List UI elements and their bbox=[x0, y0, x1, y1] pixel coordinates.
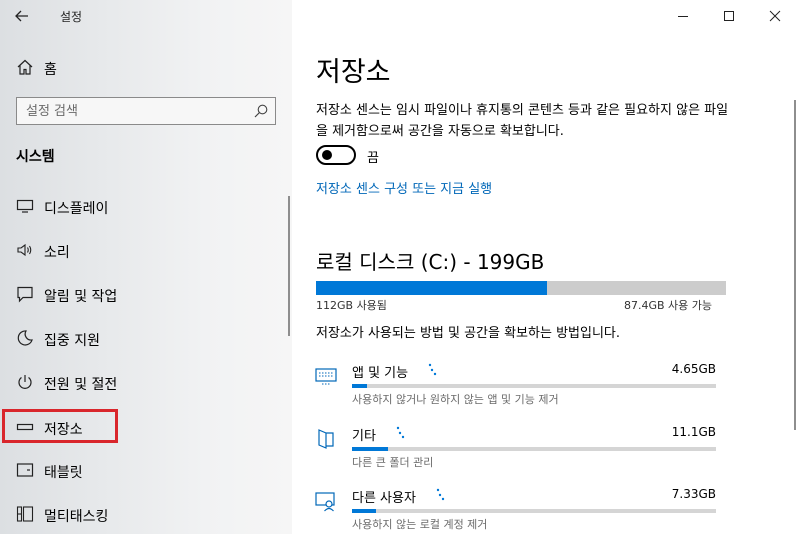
home-label: 홈 bbox=[44, 62, 57, 78]
sidebar-item-tablet[interactable]: 태블릿 bbox=[0, 452, 292, 488]
storage-sense-toggle[interactable] bbox=[316, 145, 356, 165]
multitask-icon bbox=[16, 505, 34, 523]
monitor-icon bbox=[16, 197, 34, 215]
category-size: 4.65GB bbox=[671, 362, 716, 376]
configure-storage-sense-link[interactable]: 저장소 센스 구성 또는 지금 실행 bbox=[316, 178, 492, 197]
disk-used-label: 112GB 사용됨 bbox=[316, 299, 387, 312]
category-usage-fill bbox=[352, 384, 367, 388]
disk-title: 로컬 디스크 (C:) - 199GB bbox=[316, 250, 545, 274]
category-name: 앱 및 기능 bbox=[352, 366, 409, 381]
sidebar-item-storage[interactable]: 저장소 bbox=[0, 409, 292, 445]
loading-spinner-icon bbox=[394, 425, 406, 441]
loading-spinner-icon bbox=[434, 487, 446, 503]
settings-search[interactable] bbox=[16, 97, 276, 125]
category-description: 다른 큰 폴더 관리 bbox=[352, 456, 434, 469]
toggle-knob bbox=[322, 150, 332, 160]
app-title: 설정 bbox=[60, 10, 83, 24]
disk-usage-fill bbox=[316, 281, 547, 295]
sidebar-item-label: 집중 지원 bbox=[44, 333, 100, 349]
tablet-icon bbox=[16, 461, 34, 479]
page-title: 저장소 bbox=[316, 57, 391, 88]
sidebar-item-sound[interactable]: 소리 bbox=[0, 232, 292, 268]
sidebar-item-label: 태블릿 bbox=[44, 465, 83, 481]
sidebar-item-label: 디스플레이 bbox=[44, 201, 109, 217]
category-name: 다른 사용자 bbox=[352, 491, 416, 506]
maximize-button[interactable] bbox=[706, 0, 752, 32]
minimize-icon bbox=[678, 16, 688, 17]
category-usage-bar bbox=[352, 384, 716, 388]
category-description: 사용하지 않거나 원하지 않는 앱 및 기능 제거 bbox=[352, 393, 559, 406]
user-icon bbox=[314, 489, 338, 513]
home-link[interactable]: 홈 bbox=[0, 54, 292, 82]
selection-highlight bbox=[2, 409, 118, 443]
section-title: 시스템 bbox=[16, 149, 55, 165]
folder-icon bbox=[314, 427, 338, 451]
toggle-state-label: 끔 bbox=[367, 151, 379, 166]
sidebar-item-multitasking[interactable]: 멀티태스킹 bbox=[0, 496, 292, 532]
close-button[interactable] bbox=[752, 0, 798, 32]
power-icon bbox=[16, 373, 34, 391]
category-usage-fill bbox=[352, 509, 376, 513]
sidebar-item-power[interactable]: 전원 및 절전 bbox=[0, 364, 292, 400]
loading-spinner-icon bbox=[426, 362, 438, 378]
sidebar-item-label: 알림 및 작업 bbox=[44, 289, 118, 305]
disk-free-label: 87.4GB 사용 가능 bbox=[624, 299, 713, 312]
category-size: 7.33GB bbox=[671, 487, 716, 501]
title-bar: 설정 bbox=[0, 0, 292, 32]
sidebar-item-label: 멀티태스킹 bbox=[44, 509, 109, 525]
back-arrow-icon bbox=[15, 10, 28, 22]
sidebar-item-display[interactable]: 디스플레이 bbox=[0, 188, 292, 224]
search-input[interactable] bbox=[17, 98, 247, 124]
sidebar-item-focus-assist[interactable]: 집중 지원 bbox=[0, 320, 292, 356]
sidebar-item-notifications[interactable]: 알림 및 작업 bbox=[0, 276, 292, 312]
category-apps-features[interactable]: 앱 및 기능 4.65GB 사용하지 않거나 원하지 않는 앱 및 기능 제거 bbox=[314, 360, 724, 420]
apps-icon bbox=[314, 364, 338, 388]
close-icon bbox=[769, 10, 781, 22]
category-description: 사용하지 않는 로컬 계정 제거 bbox=[352, 518, 488, 531]
home-icon bbox=[16, 58, 34, 76]
storage-info-text: 저장소가 사용되는 방법 및 공간을 확보하는 방법입니다. bbox=[316, 326, 621, 341]
sidebar-item-label: 전원 및 절전 bbox=[44, 377, 118, 393]
maximize-icon bbox=[724, 11, 734, 21]
search-icon[interactable] bbox=[253, 103, 269, 119]
minimize-button[interactable] bbox=[660, 0, 706, 32]
back-button[interactable] bbox=[10, 6, 34, 26]
category-usage-bar bbox=[352, 447, 716, 451]
sidebar-scrollbar[interactable] bbox=[288, 196, 290, 336]
speaker-icon bbox=[16, 241, 34, 259]
moon-icon bbox=[16, 329, 34, 347]
main-content: 저장소 저장소 센스는 임시 파일이나 휴지통의 콘텐츠 등과 같은 필요하지 … bbox=[292, 0, 800, 534]
main-scrollbar[interactable] bbox=[794, 100, 796, 430]
notification-icon bbox=[16, 285, 34, 303]
category-usage-fill bbox=[352, 447, 389, 451]
category-other-users[interactable]: 다른 사용자 7.33GB 사용하지 않는 로컬 계정 제거 bbox=[314, 485, 724, 534]
category-size: 11.1GB bbox=[671, 425, 716, 439]
category-name: 기타 bbox=[352, 429, 376, 444]
disk-usage-bar bbox=[316, 281, 726, 295]
window-controls bbox=[660, 0, 800, 32]
sidebar: 설정 홈 시스템 디스플레이 bbox=[0, 0, 292, 534]
category-usage-bar bbox=[352, 509, 716, 513]
storage-sense-description: 저장소 센스는 임시 파일이나 휴지통의 콘텐츠 등과 같은 필요하지 않은 파… bbox=[316, 103, 729, 139]
category-other[interactable]: 기타 11.1GB 다른 큰 폴더 관리 bbox=[314, 423, 724, 483]
sidebar-item-label: 소리 bbox=[44, 245, 70, 261]
